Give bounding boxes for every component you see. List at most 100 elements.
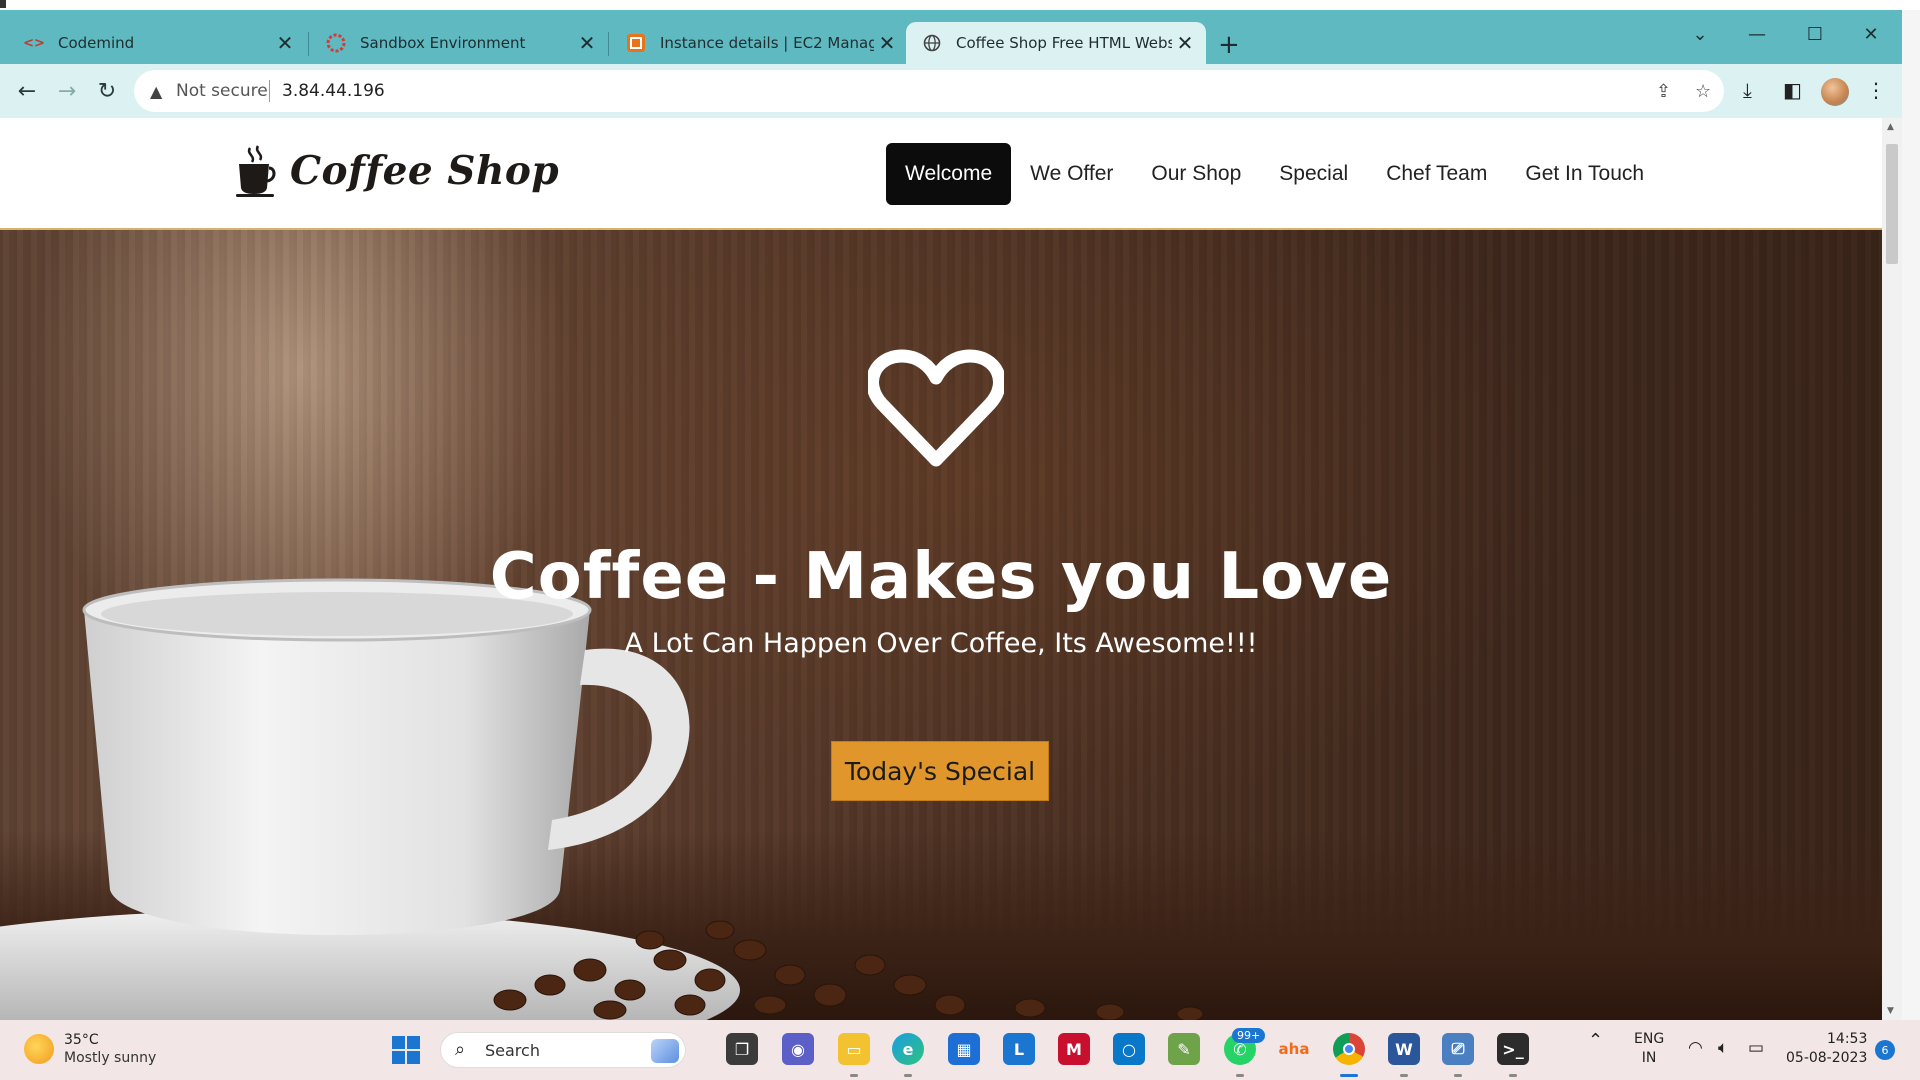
taskbar: 35°C Mostly sunny ⌕ Search ❐ ◉ ▭ e ▦ L M… — [0, 1020, 1920, 1080]
forward-arrow-icon[interactable]: → — [52, 76, 82, 106]
tab-search-chevron-icon[interactable]: ⌄ — [1680, 24, 1720, 45]
tab-separator — [608, 32, 609, 56]
wifi-icon[interactable]: ◠ — [1688, 1038, 1703, 1058]
tab-title: Coffee Shop Free HTML Website — [956, 34, 1172, 52]
edge-browser-icon[interactable]: e — [892, 1033, 924, 1065]
download-icon[interactable]: ⤓ — [1743, 78, 1752, 102]
search-icon: ⌕ — [455, 1039, 466, 1060]
background-window-strip — [0, 0, 1920, 10]
side-panel-icon[interactable]: ◧ — [1783, 78, 1802, 102]
file-explorer-icon[interactable]: ▭ — [838, 1033, 870, 1065]
heart-icon — [868, 349, 1004, 467]
nav-item-we-offer[interactable]: We Offer — [1011, 143, 1132, 205]
cortana-icon[interactable]: ○ — [1113, 1033, 1145, 1065]
weather-condition: Mostly sunny — [64, 1050, 157, 1066]
url-text[interactable]: 3.84.44.196 — [282, 81, 385, 101]
bookmark-star-icon[interactable]: ☆ — [1695, 81, 1711, 102]
aws-icon — [626, 33, 646, 53]
language-code: ENG — [1634, 1031, 1665, 1047]
volume-icon[interactable]: 🔈︎ — [1718, 1038, 1728, 1058]
pen-app-icon[interactable]: ✎ — [1168, 1033, 1200, 1065]
warning-icon[interactable]: ▲ — [150, 82, 162, 101]
teams-chat-icon[interactable]: ◉ — [782, 1033, 814, 1065]
running-indicator — [1400, 1074, 1408, 1077]
new-tab-button[interactable]: + — [1218, 30, 1240, 60]
coffee-cup-icon — [236, 145, 276, 197]
tab-title: Instance details | EC2 Manageme — [660, 34, 874, 52]
background-window-edge — [1902, 10, 1920, 1020]
nav-item-chef-team[interactable]: Chef Team — [1367, 143, 1506, 205]
nav-item-our-shop[interactable]: Our Shop — [1132, 143, 1260, 205]
profile-avatar[interactable] — [1821, 78, 1849, 106]
close-icon[interactable]: ✕ — [574, 31, 600, 55]
more-menu-icon[interactable]: ⋮ — [1866, 78, 1886, 102]
minimize-icon[interactable]: — — [1737, 24, 1777, 45]
tab-title: Codemind — [58, 34, 135, 52]
site-logo[interactable]: Coffee Shop — [236, 144, 559, 198]
nav-item-get-in-touch[interactable]: Get In Touch — [1506, 143, 1663, 205]
hero-subtitle: A Lot Can Happen Over Coffee, Its Awesom… — [624, 628, 1258, 659]
reload-icon[interactable]: ↻ — [92, 76, 122, 106]
maximize-icon[interactable]: ☐ — [1795, 24, 1835, 45]
scroll-up-icon[interactable]: ▲ — [1887, 122, 1894, 132]
sun-icon — [24, 1034, 54, 1064]
tab-codemind[interactable]: <> Codemind ✕ — [8, 22, 306, 64]
security-status[interactable]: Not secure — [176, 81, 268, 101]
weather-widget[interactable]: 35°C Mostly sunny — [24, 1031, 156, 1067]
running-indicator — [904, 1074, 912, 1077]
notification-badge[interactable]: 6 — [1875, 1040, 1895, 1060]
running-indicator — [1454, 1074, 1462, 1077]
whatsapp-badge: 99+ — [1232, 1028, 1266, 1043]
site-header: Coffee Shop Welcome We Offer Our Shop Sp… — [0, 118, 1882, 230]
clock-date: 05-08-2023 — [1786, 1050, 1868, 1066]
terminal-icon[interactable]: >_ — [1497, 1033, 1529, 1065]
aha-app-icon[interactable]: aha — [1278, 1033, 1310, 1065]
remote-desktop-icon[interactable]: ⎚ — [1442, 1033, 1474, 1065]
task-view-icon[interactable]: ❐ — [726, 1033, 758, 1065]
tab-coffee-shop[interactable]: Coffee Shop Free HTML Website ✕ — [906, 22, 1206, 64]
todays-special-button[interactable]: Today's Special — [831, 741, 1049, 801]
taskbar-search[interactable]: ⌕ Search — [440, 1032, 686, 1068]
windows-start-icon[interactable] — [392, 1036, 420, 1064]
word-icon[interactable]: W — [1388, 1033, 1420, 1065]
close-icon[interactable]: ✕ — [272, 31, 298, 55]
coffee-beans-image — [493, 920, 1204, 1020]
running-indicator — [1236, 1074, 1244, 1077]
close-window-icon[interactable]: ✕ — [1851, 24, 1891, 45]
codemind-icon: <> — [23, 35, 45, 51]
browser-tab-strip: <> Codemind ✕ Sandbox Environment ✕ Inst… — [0, 10, 1902, 64]
browser-toolbar: ← → ↻ ▲ Not secure 3.84.44.196 ⇪ ☆ ⤓ ◧ ⋮ — [0, 64, 1902, 118]
address-bar[interactable]: ▲ Not secure 3.84.44.196 ⇪ ☆ — [134, 70, 1724, 112]
mcafee-icon[interactable]: M — [1058, 1033, 1090, 1065]
nav-item-special[interactable]: Special — [1260, 143, 1367, 205]
tab-ec2-instance-details[interactable]: Instance details | EC2 Manageme ✕ — [610, 22, 908, 64]
site-nav: Welcome We Offer Our Shop Special Chef T… — [886, 143, 1663, 205]
search-highlight-icon — [651, 1039, 679, 1063]
sandbox-icon — [326, 33, 346, 53]
background-window-icon — [0, 0, 6, 8]
tab-title: Sandbox Environment — [360, 34, 526, 52]
page-scrollbar[interactable]: ▲ ▼ — [1882, 118, 1902, 1020]
tab-sandbox-environment[interactable]: Sandbox Environment ✕ — [310, 22, 608, 64]
globe-icon — [922, 33, 942, 53]
system-tray: ⌃ — [1588, 1030, 1617, 1051]
back-arrow-icon[interactable]: ← — [12, 76, 42, 106]
close-icon[interactable]: ✕ — [1172, 31, 1198, 55]
scrollbar-thumb[interactable] — [1886, 144, 1898, 264]
share-icon[interactable]: ⇪ — [1656, 81, 1671, 102]
close-icon[interactable]: ✕ — [874, 31, 900, 55]
clock[interactable]: 14:53 05-08-2023 — [1786, 1030, 1867, 1068]
chrome-icon[interactable] — [1333, 1033, 1365, 1065]
brand-name: Coffee Shop — [290, 148, 560, 194]
microsoft-store-icon[interactable]: ▦ — [948, 1033, 980, 1065]
nav-item-welcome[interactable]: Welcome — [886, 143, 1012, 205]
hero-section: Coffee - Makes you Love A Lot Can Happen… — [0, 230, 1882, 1020]
scroll-down-icon[interactable]: ▼ — [1887, 1006, 1894, 1016]
language-indicator[interactable]: ENG IN — [1634, 1030, 1664, 1068]
tab-separator — [308, 32, 309, 56]
battery-icon[interactable]: ▭ — [1748, 1038, 1764, 1058]
running-indicator — [850, 1074, 858, 1077]
lens-app-icon[interactable]: L — [1003, 1033, 1035, 1065]
running-indicator — [1509, 1074, 1517, 1077]
show-hidden-icons-chevron-icon[interactable]: ⌃ — [1588, 1030, 1603, 1051]
